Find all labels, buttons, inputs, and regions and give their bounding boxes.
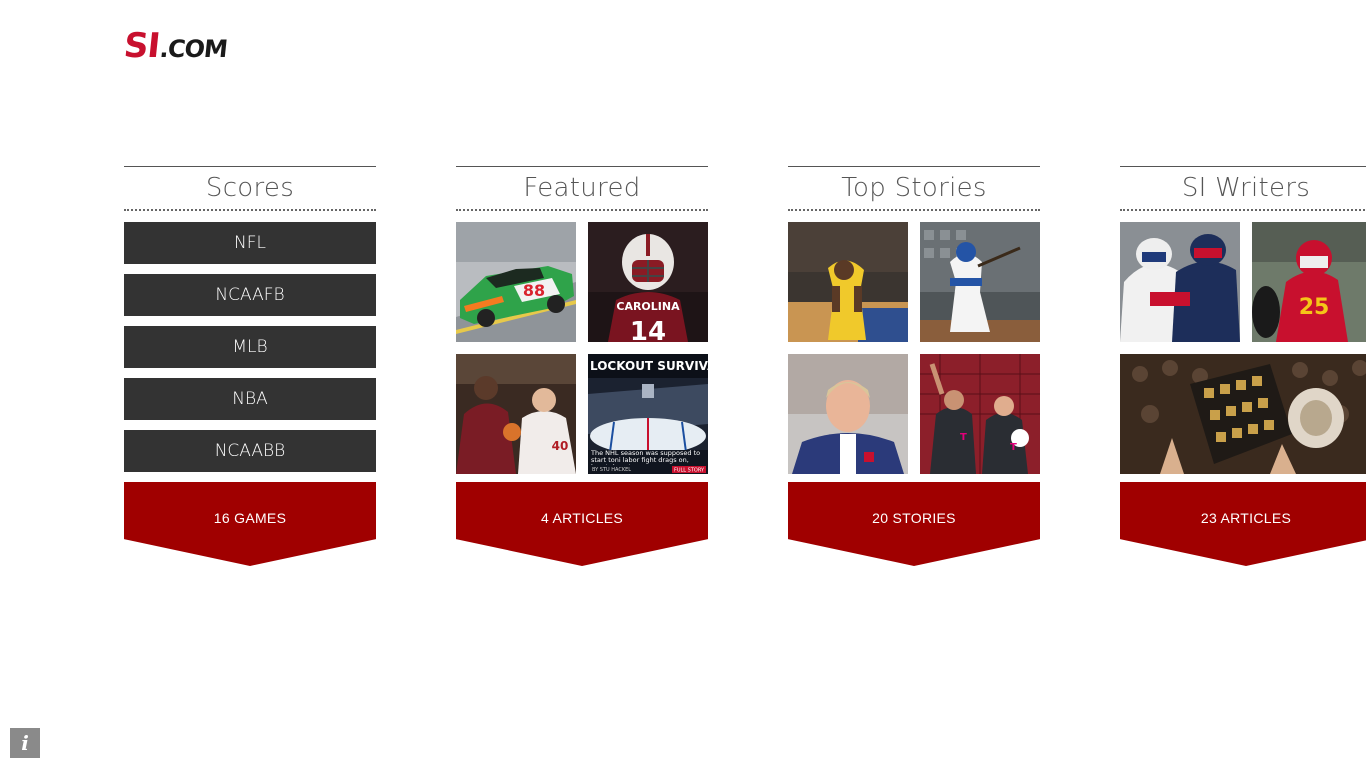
writers-tile-championship-belt[interactable] [1120,354,1366,474]
writers-tile-football-tackle[interactable] [1120,222,1240,342]
jersey-number: 14 [630,317,666,342]
page: SI .COM Scores NFL NCAAFB MLB NBA NCAABB… [0,0,1366,768]
section-header-top-stories[interactable]: Top Stories [788,166,1040,211]
logo-si: SI [121,26,162,66]
lockout-byline: BY STU HACKEL [592,467,631,473]
section-top-stories: Top Stories T T 20 STORIES [788,166,1040,566]
scores-count-label: 16 GAMES [213,510,287,526]
section-title: Scores [205,173,295,203]
info-button[interactable]: i [10,728,40,758]
race-car-image: 88 [456,222,576,342]
score-list: NFL NCAAFB MLB NBA NCAABB [124,222,376,472]
svg-text:25: 25 [1299,295,1330,320]
featured-tiles: 88 CAROLINA 14 40 LOCKOUT SURVIV The NHL… [456,222,708,474]
lockout-headline: LOCKOUT SURVIVAL G [590,359,708,373]
hockey-arena-image: LOCKOUT SURVIVAL G The NHL season was su… [588,354,708,474]
section-header-featured[interactable]: Featured [456,166,708,211]
running-back-image: 25 [1252,222,1366,342]
logo-dotcom: .COM [158,35,229,63]
section-si-writers: SI Writers 25 23 ARTICLES [1120,166,1366,566]
section-header-si-writers[interactable]: SI Writers [1120,166,1366,211]
top-stories-count-label: 20 STORIES [872,510,956,526]
svg-text:T: T [960,432,967,443]
svg-text:40: 40 [552,439,569,453]
section-title: Top Stories [841,173,987,203]
section-header-scores[interactable]: Scores [124,166,376,211]
lockout-caption: The NHL season was supposed to start ton… [591,450,701,465]
jersey-team: CAROLINA [616,300,680,313]
featured-count-banner[interactable]: 4 ARTICLES [456,482,708,566]
score-button-nba[interactable]: NBA [124,378,376,420]
lockout-full-story-link[interactable]: FULL STORY [674,468,705,474]
section-scores: Scores NFL NCAAFB MLB NBA NCAABB 16 GAME… [124,166,376,566]
top-story-tile-coach-portrait[interactable] [788,354,908,474]
featured-tile-race-car[interactable]: 88 [456,222,576,342]
top-story-tile-soccer[interactable]: T T [920,354,1040,474]
score-button-nfl[interactable]: NFL [124,222,376,264]
top-stories-count-banner[interactable]: 20 STORIES [788,482,1040,566]
football-tackle-image [1120,222,1240,342]
football-player-image: CAROLINA 14 [588,222,708,342]
top-story-tile-baseball[interactable] [920,222,1040,342]
featured-count-label: 4 ARTICLES [540,510,624,526]
si-writers-count-label: 23 ARTICLES [1200,510,1292,526]
section-featured: Featured 88 CAROLINA 14 40 LOCKOUT SURVI… [456,166,708,566]
section-title: SI Writers [1181,173,1311,203]
top-stories-tiles: T T [788,222,1040,474]
featured-tile-basketball[interactable]: 40 [456,354,576,474]
coach-portrait-image [788,354,908,474]
si-writers-tiles: 25 [1120,222,1366,474]
featured-tile-football-player[interactable]: CAROLINA 14 [588,222,708,342]
section-title: Featured [523,173,641,203]
score-button-ncaafb[interactable]: NCAAFB [124,274,376,316]
si-writers-count-banner[interactable]: 23 ARTICLES [1120,482,1366,566]
car-number: 88 [523,281,545,300]
soccer-celebration-image: T T [920,354,1040,474]
info-icon: i [21,731,29,755]
baseball-batter-image [920,222,1040,342]
top-story-tile-basketball-court[interactable] [788,222,908,342]
score-button-ncaabb[interactable]: NCAABB [124,430,376,472]
writers-tile-running-back[interactable]: 25 [1252,222,1366,342]
scores-count-banner[interactable]: 16 GAMES [124,482,376,566]
basketball-court-image [788,222,908,342]
svg-text:T: T [1010,442,1017,453]
si-logo[interactable]: SI .COM [121,26,229,66]
score-button-mlb[interactable]: MLB [124,326,376,368]
championship-belt-image [1120,354,1366,474]
basketball-players-image: 40 [456,354,576,474]
featured-tile-lockout[interactable]: LOCKOUT SURVIVAL G The NHL season was su… [588,354,708,474]
